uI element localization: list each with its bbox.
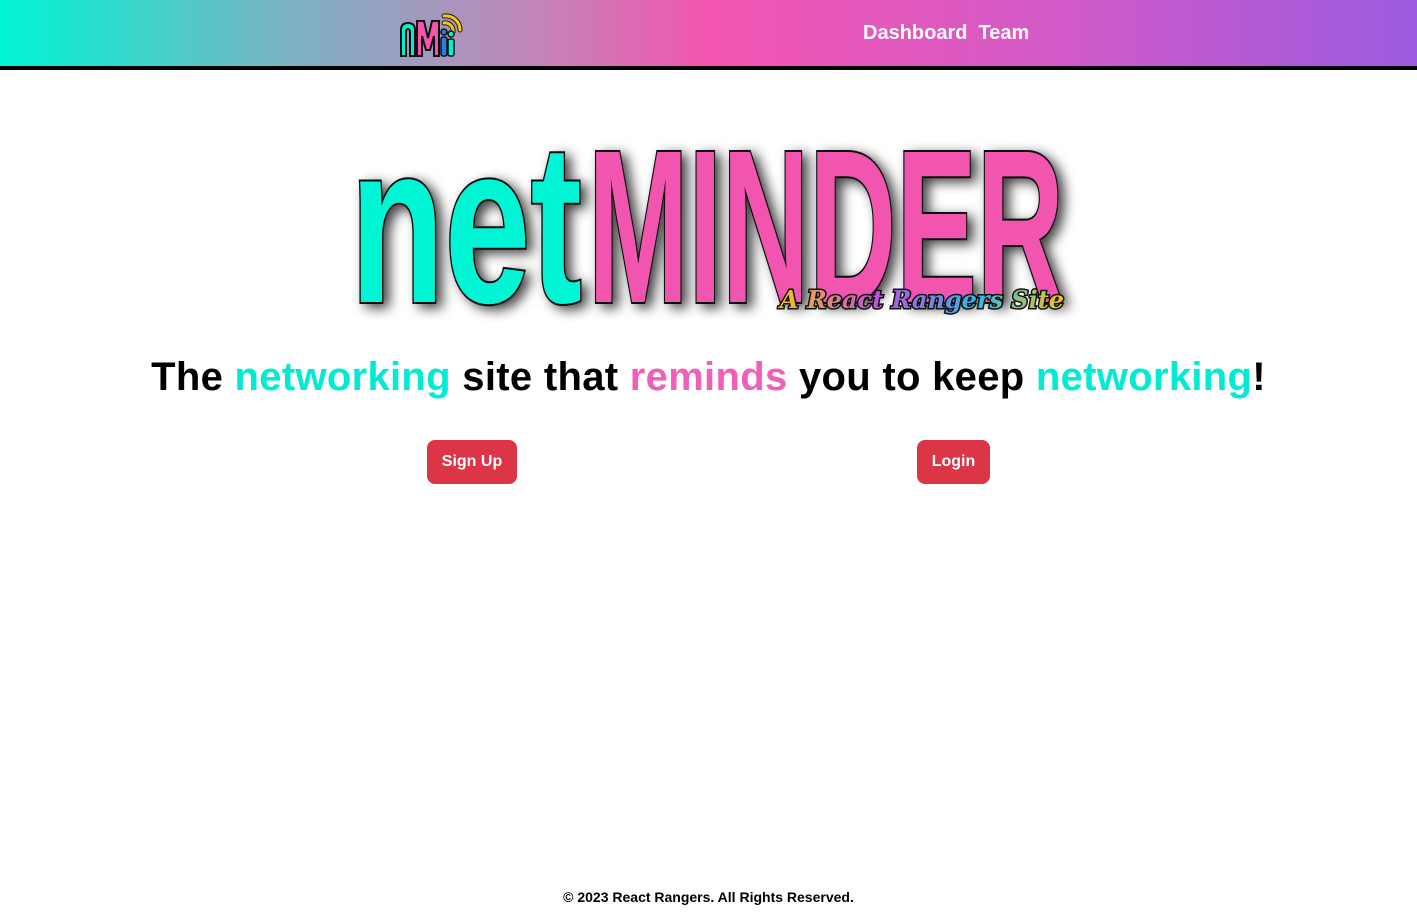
footer-copyright: © 2023 React Rangers. All Rights Reserve… (563, 889, 854, 905)
tagline-word-the: The (151, 355, 235, 399)
tagline-word-you-to-keep: you to keep (787, 355, 1036, 399)
tagline-word-reminds: reminds (629, 355, 788, 399)
sign-up-button[interactable]: Sign Up (427, 440, 517, 484)
login-button[interactable]: Login (917, 440, 990, 484)
nav-link-dashboard[interactable]: Dashboard (863, 20, 967, 46)
logo-subtitle: A React Rangers Site (778, 285, 1064, 314)
navbar: Dashboard Team (0, 0, 1417, 70)
nav-link-team[interactable]: Team (978, 20, 1029, 46)
tagline: The networking site that reminds you to … (0, 355, 1417, 400)
tagline-word-site-that: site that (450, 355, 630, 399)
tagline-exclamation: ! (1252, 355, 1266, 399)
tagline-word-networking-1: networking (234, 355, 451, 399)
logo-text-net: net (350, 112, 582, 322)
nav-links: Dashboard Team (863, 20, 1029, 46)
netminder-logo: net MINDER A React Rangers Site (348, 112, 1066, 322)
nm-logo-icon[interactable] (398, 8, 466, 60)
tagline-word-networking-2: networking (1035, 355, 1253, 399)
